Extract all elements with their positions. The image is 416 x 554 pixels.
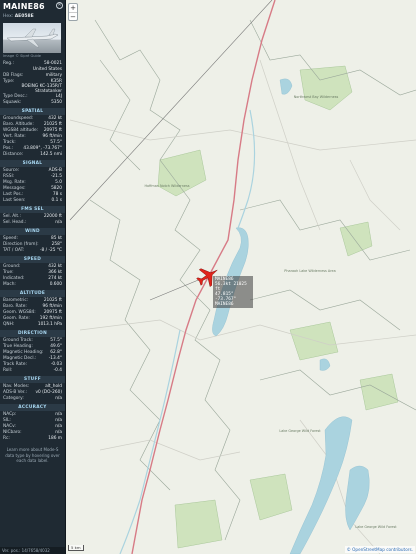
close-button[interactable]: ✕: [56, 2, 63, 9]
info-label: Squawk:: [3, 100, 22, 105]
direction-list: Ground Track: 57.5° True Heading: 49.6° Magn…: [0, 338, 65, 374]
direction-row: Roll: -0.4: [0, 368, 65, 374]
zoom-out-button[interactable]: −: [69, 12, 77, 21]
accuracy-list: NACp: n/a SIL: n/a NACv: n/a NICbaro: n/a Rc: 186…: [0, 412, 65, 442]
direction-value: -0.4: [53, 368, 62, 373]
section-wind: WIND: [0, 228, 65, 235]
stuff-label[interactable]: Category:: [3, 396, 24, 402]
fms-label[interactable]: Sel. Head.:: [3, 220, 26, 226]
close-icon: ✕: [57, 2, 62, 8]
aircraft-map-label[interactable]: MAINE86 56.3kt 21025 ft 47.815° -73.767°…: [213, 276, 253, 308]
callsign: MAINE86: [3, 2, 45, 11]
stuff-value: n/a: [55, 396, 62, 401]
spatial-value: 142.5 nmi: [40, 152, 62, 157]
speed-value: 0.600: [49, 282, 62, 287]
direction-label[interactable]: Roll:: [3, 368, 12, 374]
place-label: Pharaoh Lake Wilderness Area: [284, 269, 335, 273]
hex-line: Hex: AE058E: [0, 14, 65, 21]
wind-list: Speed: 85 kt Direction (from): 258° TAT / OA…: [0, 236, 65, 254]
aircraft-label-line: MAINE86: [215, 302, 234, 307]
section-signal: SIGNAL: [0, 160, 65, 167]
map-scale: 5 km: [68, 545, 84, 551]
section-stuff: STUFF: [0, 376, 65, 383]
section-altitude: ALTITUDE: [0, 290, 65, 297]
map-attribution: © OpenStreetMap contributors.: [344, 546, 415, 553]
accuracy-label[interactable]: Rc:: [3, 436, 10, 442]
aircraft-label-line: 47.815° -73.767°: [215, 292, 237, 302]
section-accuracy: ACCURACY: [0, 404, 65, 411]
place-label: Northwest Bay Wilderness: [294, 95, 339, 99]
info-label: Reg.:: [3, 61, 14, 66]
signal-row: Last Seen: 0.1 s: [0, 198, 65, 204]
aircraft-label-line: 56.3kt 21025 ft: [215, 282, 247, 292]
panel-header: MAINE86 ✕: [0, 0, 65, 14]
accuracy-value: 186 m: [48, 436, 62, 441]
altitude-value: 1013.1 hPa: [37, 322, 62, 327]
fms-row: Sel. Head.: n/a: [0, 220, 65, 226]
hex-value: AE058E: [14, 14, 34, 19]
learn-more-text: Learn more about Mode-S data type by hov…: [5, 447, 60, 463]
speed-row: Mach: 0.600: [0, 282, 65, 288]
aircraft-photo-image: [6, 28, 59, 48]
fms-value: n/a: [55, 220, 62, 225]
squawk-value: 5350: [51, 100, 62, 105]
signal-label[interactable]: Last Seen:: [3, 198, 26, 204]
spatial-row: Distance: 142.5 nmi: [0, 152, 65, 158]
photo-credit: Image © Sipré Guide: [3, 54, 41, 58]
info-row: BOEING KC-135R/T Stratotanker: [0, 84, 65, 94]
place-label: Lake George Wild Forest: [355, 525, 397, 529]
spatial-list: Groundspeed: 432 kt Baro. Altitude: 21025 f…: [0, 116, 65, 158]
aircraft-info-panel: MAINE86 ✕ Hex: AE058E Image © Sipré Guid…: [0, 0, 66, 554]
wind-label[interactable]: TAT / OAT:: [3, 248, 24, 254]
section-direction: DIRECTION: [0, 330, 65, 337]
section-fms: FMS SEL: [0, 206, 65, 213]
spatial-label[interactable]: Distance:: [3, 152, 23, 158]
fms-list: Sel. Alt.: 22000 ft Sel. Head.: n/a: [0, 214, 65, 226]
zoom-control: + −: [68, 3, 78, 21]
place-label: Hoffman Notch Wilderness: [144, 184, 189, 188]
place-label: Lake George Wild Forest: [279, 429, 321, 433]
signal-value: 0.1 s: [51, 198, 62, 203]
bottom-status-bar: Ver. pos.: 14/7658/4032: [0, 547, 65, 554]
section-spatial: SPATIAL: [0, 108, 65, 115]
speed-label[interactable]: Mach:: [3, 282, 16, 288]
info-row: Squawk: 5350: [0, 100, 65, 106]
stuff-list: Nav. Modes: alt_hold ADS-B Ver.: v0 (DO-260…: [0, 384, 65, 402]
wind-row: TAT / OAT: -8 / -25 °C: [0, 248, 65, 254]
zoom-in-button[interactable]: +: [69, 4, 77, 12]
altitude-row: QNH: 1013.1 hPa: [0, 322, 65, 328]
aircraft-photo[interactable]: [3, 23, 61, 53]
section-speed: SPEED: [0, 256, 65, 263]
info-label: Type:: [3, 79, 15, 84]
speed-list: Ground: 432 kt True: 366 kt Indicated: 274 kt…: [0, 264, 65, 288]
wind-value: -8 / -25 °C: [40, 248, 62, 253]
altitude-list: Barometric: 21025 ft Baro. Rate: 96 ft/min G…: [0, 298, 65, 328]
altitude-label[interactable]: QNH:: [3, 322, 14, 328]
hex-label: Hex:: [3, 14, 14, 19]
stuff-row: Category: n/a: [0, 396, 65, 402]
signal-list: Source: ADS-B RSSI: -21.5 Msg. Rate: 5.0 Messa…: [0, 168, 65, 204]
type-desc-full: BOEING KC-135R/T Stratotanker: [21, 84, 62, 94]
openstreetmap-link[interactable]: © OpenStreetMap contributors.: [347, 547, 413, 552]
